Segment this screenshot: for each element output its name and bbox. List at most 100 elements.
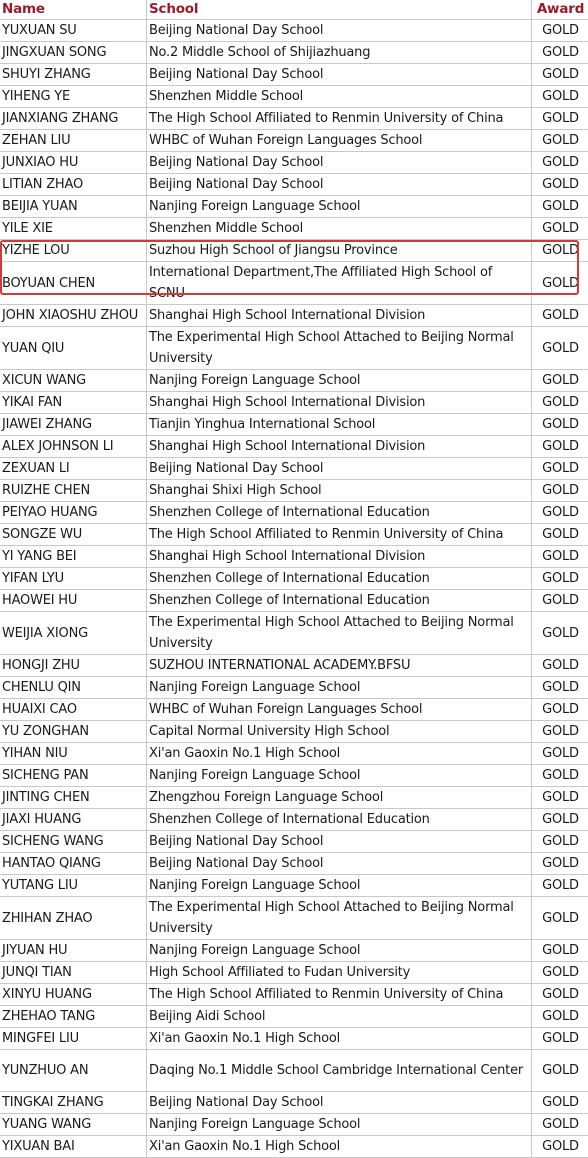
cell-award: GOLD [532,240,588,262]
cell-name: JUNQI TIAN [0,962,147,984]
cell-school: Nanjing Foreign Language School [147,196,532,218]
cell-name: HAOWEI HU [0,590,147,612]
cell-name: HUAIXI CAO [0,699,147,721]
cell-school: Beijing National Day School [147,174,532,196]
cell-name: YUNZHUO AN [0,1050,147,1092]
cell-school: Daqing No.1 Middle School Cambridge Inte… [147,1050,532,1092]
cell-name: XINYU HUANG [0,984,147,1006]
cell-name: YIHAN NIU [0,743,147,765]
cell-award: GOLD [532,831,588,853]
cell-award: GOLD [532,875,588,897]
cell-award: GOLD [532,590,588,612]
table-row: HAOWEI HUShenzhen College of Internation… [0,590,588,612]
cell-school: The Experimental High School Attached to… [147,612,532,655]
cell-award: GOLD [532,699,588,721]
table-row: WEIJIA XIONGThe Experimental High School… [0,612,588,655]
cell-school: Suzhou High School of Jiangsu Province [147,240,532,262]
cell-name: WEIJIA XIONG [0,612,147,655]
cell-name: PEIYAO HUANG [0,502,147,524]
header-name: Name [0,0,147,20]
cell-award: GOLD [532,305,588,327]
cell-school: Beijing National Day School [147,152,532,174]
cell-award: GOLD [532,42,588,64]
cell-name: LITIAN ZHAO [0,174,147,196]
cell-award: GOLD [532,546,588,568]
cell-award: GOLD [532,392,588,414]
table-row: XICUN WANGNanjing Foreign Language Schoo… [0,370,588,392]
table-row: YIHAN NIUXi'an Gaoxin No.1 High SchoolGO… [0,743,588,765]
cell-school: Nanjing Foreign Language School [147,875,532,897]
table-row: ZEHAN LIUWHBC of Wuhan Foreign Languages… [0,130,588,152]
cell-name: TINGKAI ZHANG [0,1092,147,1114]
table-row: PEIYAO HUANGShenzhen College of Internat… [0,502,588,524]
cell-school: Shenzhen College of International Educat… [147,568,532,590]
cell-award: GOLD [532,218,588,240]
cell-school: Beijing National Day School [147,853,532,875]
table-row: LITIAN ZHAOBeijing National Day SchoolGO… [0,174,588,196]
cell-name: YUAN QIU [0,327,147,370]
table-row: JIAXI HUANGShenzhen College of Internati… [0,809,588,831]
cell-name: SICHENG WANG [0,831,147,853]
cell-award: GOLD [532,721,588,743]
cell-name: ZHEHAO TANG [0,1006,147,1028]
cell-award: GOLD [532,1092,588,1114]
table-row: JIANXIANG ZHANGThe High School Affiliate… [0,108,588,130]
cell-school: WHBC of Wuhan Foreign Languages School [147,699,532,721]
cell-name: HONGJI ZHU [0,655,147,677]
table-row: TINGKAI ZHANGBeijing National Day School… [0,1092,588,1114]
cell-award: GOLD [532,655,588,677]
table-row: YIXUAN BAIXi'an Gaoxin No.1 High SchoolG… [0,1136,588,1158]
cell-name: BEIJIA YUAN [0,196,147,218]
cell-award: GOLD [532,414,588,436]
table-row: SHUYI ZHANGBeijing National Day SchoolGO… [0,64,588,86]
cell-award: GOLD [532,897,588,940]
cell-school: Nanjing Foreign Language School [147,1114,532,1136]
cell-school: Xi'an Gaoxin No.1 High School [147,743,532,765]
cell-school: SUZHOU INTERNATIONAL ACADEMY.BFSU [147,655,532,677]
table-body: YUXUAN SUBeijing National Day SchoolGOLD… [0,20,588,1158]
cell-school: The Experimental High School Attached to… [147,327,532,370]
cell-award: GOLD [532,1006,588,1028]
cell-name: XICUN WANG [0,370,147,392]
cell-name: JINTING CHEN [0,787,147,809]
cell-award: GOLD [532,480,588,502]
cell-school: Shanghai High School International Divis… [147,305,532,327]
cell-award: GOLD [532,458,588,480]
cell-school: Beijing National Day School [147,20,532,42]
cell-award: GOLD [532,1136,588,1158]
cell-award: GOLD [532,64,588,86]
table-row: MINGFEI LIUXi'an Gaoxin No.1 High School… [0,1028,588,1050]
table-row: YUAN QIUThe Experimental High School Att… [0,327,588,370]
cell-school: Shanghai High School International Divis… [147,436,532,458]
cell-school: Beijing National Day School [147,1092,532,1114]
cell-name: BOYUAN CHEN [0,262,147,305]
table-row: JOHN XIAOSHU ZHOUShanghai High School In… [0,305,588,327]
table-row: JIAWEI ZHANGTianjin Yinghua Internationa… [0,414,588,436]
table-row: JIYUAN HUNanjing Foreign Language School… [0,940,588,962]
table-row: YI YANG BEIShanghai High School Internat… [0,546,588,568]
cell-name: JIANXIANG ZHANG [0,108,147,130]
table-row: SICHENG WANG Beijing National Day School… [0,831,588,853]
cell-name: HANTAO QIANG [0,853,147,875]
cell-name: ZEHAN LIU [0,130,147,152]
cell-name: YUANG WANG [0,1114,147,1136]
cell-award: GOLD [532,809,588,831]
cell-award: GOLD [532,108,588,130]
table-row: XINYU HUANGThe High School Affiliated to… [0,984,588,1006]
cell-name: SICHENG PAN [0,765,147,787]
table-row: CHENLU QINNanjing Foreign Language Schoo… [0,677,588,699]
cell-award: GOLD [532,174,588,196]
cell-school: The High School Affiliated to Renmin Uni… [147,108,532,130]
cell-name: JIAXI HUANG [0,809,147,831]
cell-name: YIXUAN BAI [0,1136,147,1158]
cell-award: GOLD [532,370,588,392]
cell-school: Beijing Aidi School [147,1006,532,1028]
cell-school: Capital Normal University High School [147,721,532,743]
table-row: RUIZHE CHENShanghai Shixi High SchoolGOL… [0,480,588,502]
table-row: YUTANG LIUNanjing Foreign Language Schoo… [0,875,588,897]
header-row: Name School Award [0,0,588,20]
cell-school: Tianjin Yinghua International School [147,414,532,436]
table-row: ZHEHAO TANGBeijing Aidi SchoolGOLD [0,1006,588,1028]
header-school: School [147,0,532,20]
cell-award: GOLD [532,502,588,524]
